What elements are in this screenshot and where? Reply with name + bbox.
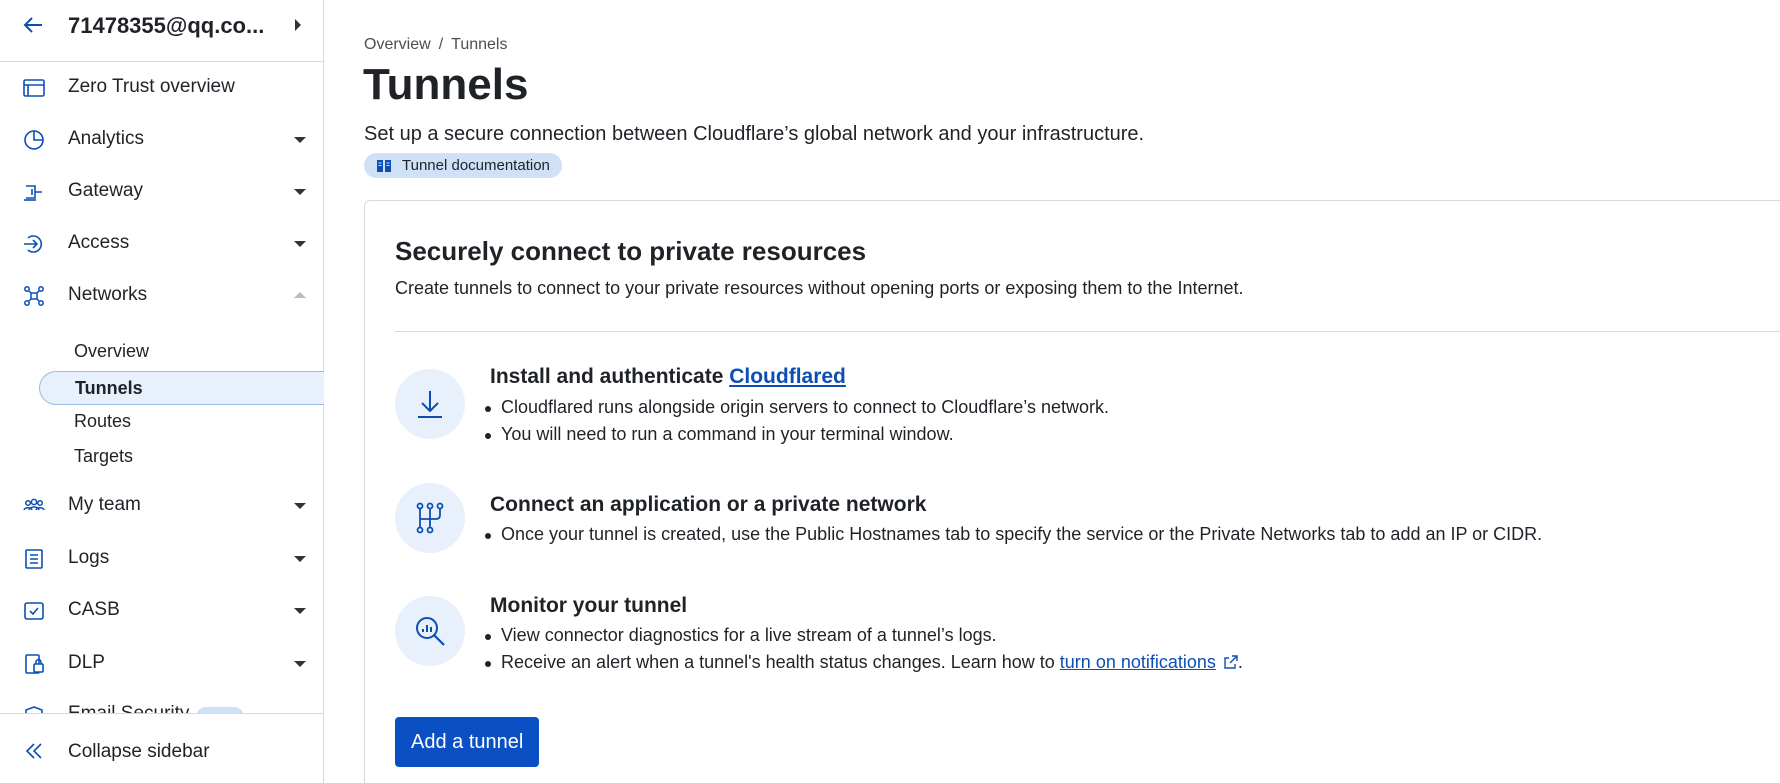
- page-title: Tunnels: [363, 60, 529, 109]
- collapse-sidebar-button[interactable]: Collapse sidebar: [0, 713, 323, 783]
- step-bullet: View connector diagnostics for a live st…: [485, 625, 997, 645]
- sidebar-item-dlp[interactable]: DLP: [0, 642, 323, 686]
- step-icon-circle: [395, 596, 465, 666]
- step-bullet-suffix: .: [1237, 652, 1243, 672]
- sidebar-subitem-routes[interactable]: Routes: [74, 411, 131, 432]
- breadcrumb-overview-link[interactable]: Overview: [364, 36, 431, 53]
- chevron-down-icon: [294, 608, 306, 614]
- chevron-down-icon: [294, 503, 306, 509]
- sidebar-item-label: CASB: [68, 599, 120, 620]
- step-title: Connect an application or a private netw…: [490, 493, 927, 516]
- main-content: Overview / Tunnels Tunnels Set up a secure…: [324, 0, 1780, 783]
- breadcrumb-current: Tunnels: [451, 36, 508, 53]
- sidebar-item-gateway[interactable]: Gateway: [0, 170, 323, 214]
- breadcrumb-separator: /: [438, 36, 444, 53]
- branch-network-icon: [416, 502, 444, 534]
- card-description: Create tunnels to connect to your privat…: [395, 278, 1244, 298]
- sidebar-item-label: Email Security: [68, 703, 189, 713]
- turn-on-notifications-link[interactable]: turn on notifications: [1060, 652, 1216, 672]
- card-divider: [395, 331, 1780, 332]
- step-icon-circle: [395, 369, 465, 439]
- caret-right-icon[interactable]: [295, 19, 301, 31]
- chevron-down-icon: [294, 556, 306, 562]
- access-icon: [24, 235, 43, 253]
- sidebar-subitem-overview[interactable]: Overview: [74, 341, 149, 362]
- sidebar-subitem-tunnels[interactable]: Tunnels: [39, 371, 324, 405]
- chevron-down-icon: [294, 189, 306, 195]
- external-link-icon[interactable]: [1224, 655, 1238, 669]
- account-switcher[interactable]: 71478355@qq.co...: [0, 0, 323, 62]
- sidebar-item-label: Logs: [68, 547, 110, 568]
- step-title: Monitor your tunnel: [490, 594, 688, 617]
- shield-icon: [25, 706, 43, 713]
- collapse-sidebar-label: Collapse sidebar: [68, 741, 210, 762]
- step-bullet: You will need to run a command in your t…: [485, 424, 954, 444]
- sidebar: 71478355@qq.co... Zero Trust overview An…: [0, 0, 324, 783]
- sidebar-item-access[interactable]: Access: [0, 222, 323, 266]
- chevron-down-icon: [294, 137, 306, 143]
- sidebar-item-zero-trust-overview[interactable]: Zero Trust overview: [0, 66, 323, 110]
- pie-chart-icon: [24, 130, 44, 150]
- card-title: Securely connect to private resources: [395, 236, 867, 266]
- sidebar-item-analytics[interactable]: Analytics: [0, 118, 323, 162]
- chevron-up-icon: [294, 292, 306, 298]
- breadcrumb: Overview / Tunnels: [364, 36, 507, 54]
- double-chevron-left-icon: [25, 743, 42, 759]
- network-icon: [24, 286, 44, 306]
- chevron-down-icon: [294, 661, 306, 667]
- tunnels-onboarding-card: Securely connect to private resources Cr…: [364, 200, 1780, 783]
- step-title: Install and authenticate Cloudflared: [490, 365, 846, 389]
- step-bullet: Cloudflared runs alongside origin server…: [485, 397, 1109, 417]
- step-bullet: Receive an alert when a tunnel's health …: [485, 652, 1243, 673]
- sidebar-item-networks[interactable]: Networks: [0, 274, 323, 318]
- sidebar-item-label: Zero Trust overview: [68, 76, 235, 97]
- gateway-icon: [24, 185, 42, 201]
- sidebar-item-label: My team: [68, 494, 141, 515]
- step-bullet: Once your tunnel is created, use the Pub…: [484, 524, 1543, 544]
- tunnel-documentation-label: Tunnel documentation: [402, 157, 550, 174]
- chevron-down-icon: [294, 241, 306, 247]
- step-icon-circle: [395, 483, 465, 553]
- team-icon: [23, 498, 45, 511]
- sidebar-item-label: Analytics: [68, 128, 145, 149]
- sidebar-item-label: Access: [68, 232, 130, 253]
- casb-icon: [24, 602, 44, 620]
- step-bullet-text: Receive an alert when a tunnel's health …: [501, 652, 1060, 672]
- download-icon: [418, 391, 442, 418]
- sidebar-item-label: Networks: [68, 284, 148, 305]
- sidebar-item-label: Gateway: [68, 180, 143, 201]
- sidebar-item-casb[interactable]: CASB: [0, 589, 323, 633]
- cloudflared-link[interactable]: Cloudflared: [729, 365, 846, 388]
- account-email: 71478355@qq.co...: [68, 13, 265, 38]
- sidebar-subitem-label: Tunnels: [75, 378, 143, 398]
- sidebar-item-my-team[interactable]: My team: [0, 484, 323, 528]
- page-subtitle: Set up a secure connection between Cloud…: [364, 123, 1145, 145]
- step-title-text: Install and authenticate: [490, 365, 730, 388]
- tunnel-documentation-link[interactable]: Tunnel documentation: [364, 153, 562, 178]
- book-icon: [377, 160, 391, 172]
- add-tunnel-button[interactable]: Add a tunnel: [395, 717, 540, 767]
- sidebar-subitem-targets[interactable]: Targets: [74, 446, 133, 467]
- search-analytics-icon: [416, 617, 445, 646]
- sidebar-item-label: DLP: [68, 652, 105, 673]
- back-arrow-icon[interactable]: [22, 14, 44, 36]
- browser-window-icon: [23, 79, 45, 97]
- dlp-icon: [25, 654, 44, 674]
- sidebar-item-email-security[interactable]: Email Security: [0, 697, 323, 713]
- sidebar-item-logs[interactable]: Logs: [0, 537, 323, 581]
- logs-icon: [25, 549, 43, 569]
